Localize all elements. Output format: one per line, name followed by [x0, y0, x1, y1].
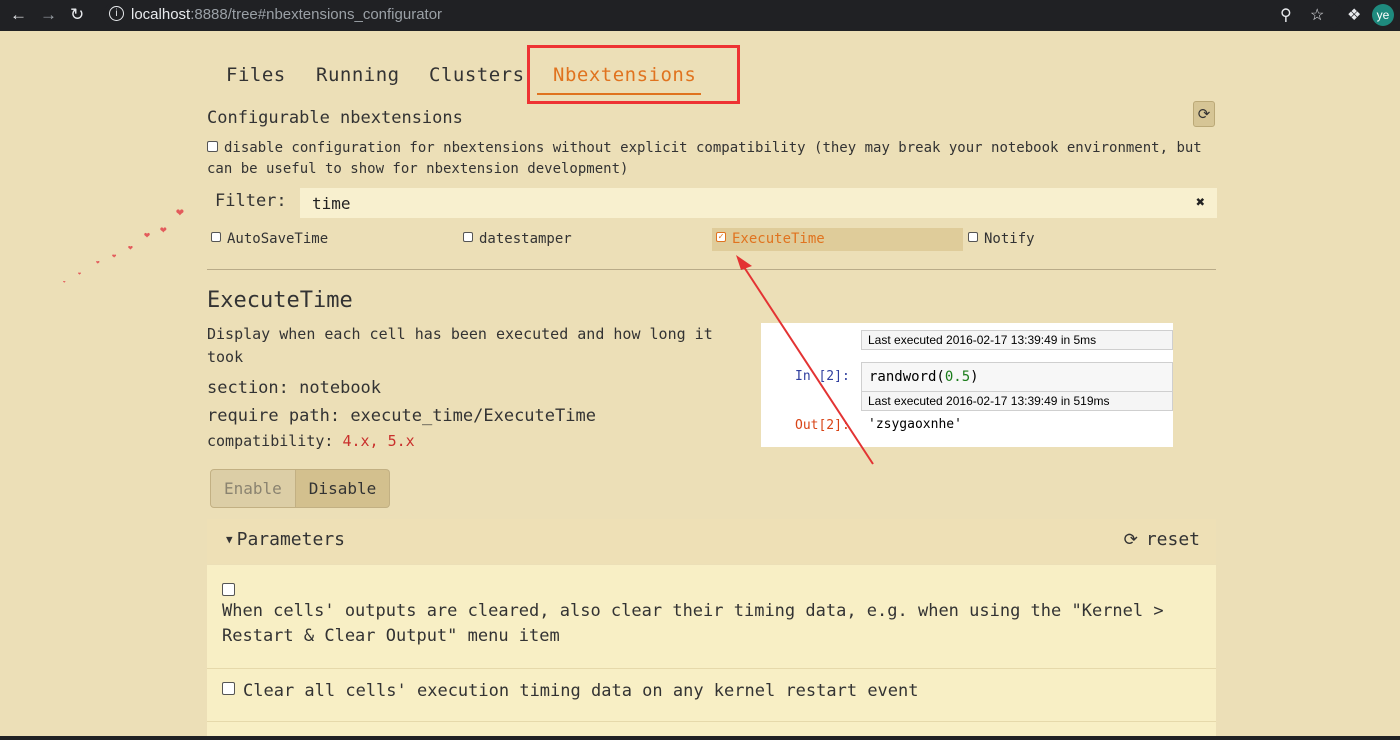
heart-icon: ❤	[128, 243, 133, 252]
heart-icon: ❤	[112, 252, 117, 260]
reset-button[interactable]: ⟳ reset	[1124, 529, 1200, 550]
parameter-label: Clear all cells' execution timing data o…	[243, 681, 919, 701]
extension-item-autosavetime[interactable]: AutoSaveTime	[211, 228, 328, 251]
parameter-row	[207, 722, 1216, 736]
parameter-label: When cells' outputs are cleared, also cl…	[222, 601, 1164, 646]
extension-item-datestamper[interactable]: datestamper	[463, 228, 572, 251]
refresh-icon: ⟳	[1197, 105, 1211, 123]
tab-files[interactable]: Files	[226, 64, 286, 86]
extension-preview-image: Last executed 2016-02-17 13:39:49 in 5ms…	[761, 323, 1173, 447]
extension-title: ExecuteTime	[207, 288, 353, 313]
require-label: require path:	[207, 406, 341, 426]
extension-item-executetime[interactable]: ✓ ExecuteTime	[712, 228, 963, 251]
extensions-puzzle-icon[interactable]: ❖	[1347, 5, 1361, 25]
parameter-row: When cells' outputs are cleared, also cl…	[207, 565, 1216, 668]
section-info: section: notebook	[207, 378, 381, 398]
enable-button[interactable]: Enable	[210, 469, 296, 508]
url-text: localhost:8888/tree#nbextensions_configu…	[131, 6, 443, 23]
extension-description: Display when each cell has been executed…	[207, 325, 713, 366]
disable-button[interactable]: Disable	[295, 469, 391, 508]
enable-disable-group: Enable Disable	[210, 469, 391, 508]
filter-field: ✖	[300, 188, 1217, 218]
clear-filter-icon[interactable]: ✖	[1196, 193, 1205, 211]
tab-running[interactable]: Running	[316, 64, 400, 86]
window-bottom-edge	[0, 736, 1400, 740]
preview-code-cell: randword(0.5)	[861, 362, 1173, 392]
compatibility-info: compatibility: 4.x, 5.x	[207, 432, 415, 450]
zoom-icon[interactable]: ⚲	[1280, 5, 1292, 25]
require-path-info: require path: execute_time/ExecuteTime	[207, 406, 596, 426]
filter-label: Filter:	[215, 191, 287, 211]
forward-icon[interactable]: →	[40, 5, 57, 25]
heart-icon: ❤	[96, 259, 100, 266]
extension-label: datestamper	[479, 231, 572, 247]
reload-icon[interactable]: ↻	[70, 5, 84, 25]
extension-label: Notify	[984, 231, 1035, 247]
section-value: notebook	[299, 378, 382, 398]
parameters-title: Parameters	[236, 529, 345, 550]
heart-icon: ❤	[63, 279, 66, 284]
preview-execution-info: Last executed 2016-02-17 13:39:49 in 519…	[861, 391, 1173, 411]
disable-compat-checkbox[interactable]	[207, 140, 218, 152]
compatibility-value: 4.x, 5.x	[342, 432, 415, 450]
heart-icon: ❤	[176, 205, 184, 220]
preview-out-prompt: Out[2]:	[795, 418, 850, 433]
parameters-toggle[interactable]: ▼ Parameters	[226, 529, 345, 550]
extension-checkbox[interactable]	[968, 232, 978, 242]
filter-input[interactable]	[312, 194, 1162, 213]
browser-toolbar: ← → ↻ i localhost:8888/tree#nbextensions…	[0, 0, 1400, 31]
heart-icon: ❤	[144, 230, 151, 241]
extension-label: AutoSaveTime	[227, 231, 329, 247]
reset-icon: ⟳	[1123, 530, 1138, 550]
parameter-checkbox[interactable]	[222, 582, 235, 596]
compatibility-label: compatibility:	[207, 432, 334, 450]
page-title: Configurable nbextensions	[207, 108, 463, 128]
divider	[207, 269, 1216, 270]
preview-execution-info: Last executed 2016-02-17 13:39:49 in 5ms	[861, 330, 1173, 350]
annotation-highlight-box	[527, 45, 740, 104]
back-icon[interactable]: ←	[10, 5, 27, 25]
parameter-checkbox[interactable]	[222, 681, 235, 695]
profile-avatar[interactable]: ye	[1372, 4, 1394, 26]
extension-checkbox[interactable]	[463, 232, 473, 242]
extension-label: ExecuteTime	[732, 231, 825, 247]
caret-down-icon: ▼	[226, 533, 233, 546]
parameters-header[interactable]: ▼ Parameters ⟳ reset	[207, 519, 1216, 564]
address-bar[interactable]: i localhost:8888/tree#nbextensions_confi…	[103, 2, 1343, 28]
preview-result: 'zsygaoxnhe'	[868, 417, 962, 432]
disable-compat-option: disable configuration for nbextensions w…	[207, 138, 1207, 180]
section-label: section:	[207, 378, 289, 398]
bookmark-star-icon[interactable]: ☆	[1310, 5, 1324, 25]
extension-checkbox[interactable]	[211, 232, 221, 242]
heart-icon: ❤	[160, 223, 167, 236]
heart-icon: ❤	[78, 271, 82, 277]
require-value: execute_time/ExecuteTime	[350, 406, 596, 426]
parameter-row: Clear all cells' execution timing data o…	[207, 669, 1216, 721]
extension-item-notify[interactable]: Notify	[968, 228, 1035, 251]
disable-compat-label: disable configuration for nbextensions w…	[207, 140, 1202, 177]
reset-label: reset	[1145, 529, 1200, 550]
checked-checkbox-icon[interactable]: ✓	[716, 232, 726, 242]
tab-clusters[interactable]: Clusters	[429, 64, 525, 86]
site-info-icon[interactable]: i	[109, 6, 124, 21]
refresh-button[interactable]: ⟳	[1193, 101, 1215, 127]
preview-in-prompt: In [2]:	[795, 369, 850, 384]
